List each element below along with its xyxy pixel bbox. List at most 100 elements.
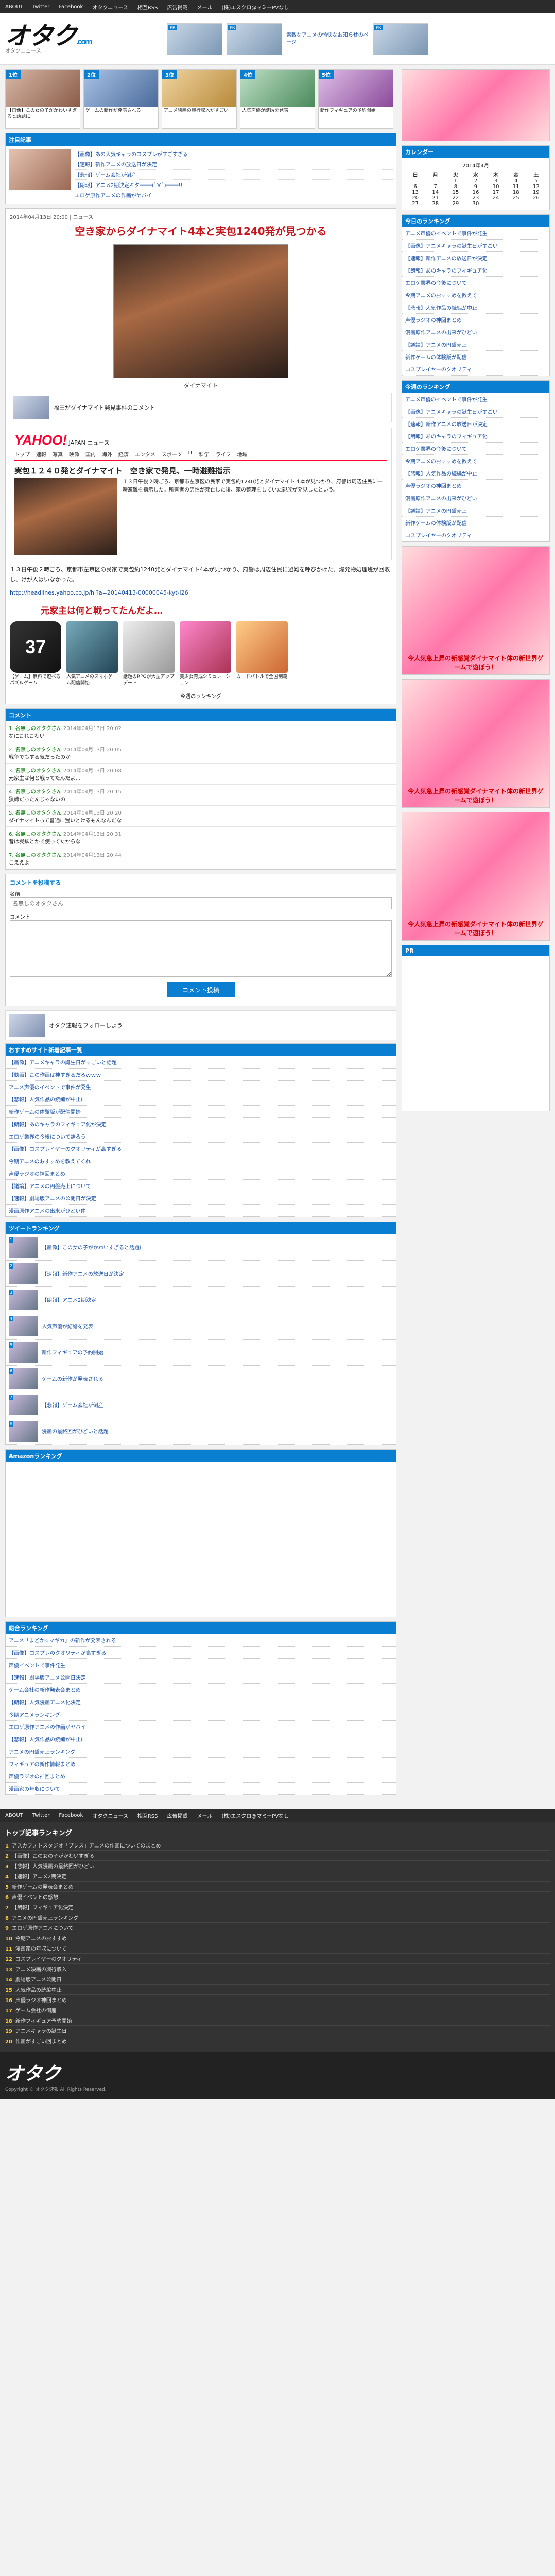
recommend-item[interactable]: 【画像】アニメキャラの誕生日がすごいと話題 [6, 1056, 396, 1069]
sidebar-ad-3[interactable]: 今人気急上昇の新感覚ダイナマイト体の新世界ゲームで遊ぼう！ [402, 812, 550, 941]
recommend-item[interactable]: エロゲ業界の今後について語ろう [6, 1130, 396, 1143]
calendar-day[interactable]: 15 [445, 190, 465, 195]
today-rank-item[interactable]: 【朗報】あのキャラのフィギュア化 [402, 264, 549, 277]
footer-rank-item[interactable]: 4 【速報】アニメ2期決定 [5, 1871, 550, 1882]
calendar-day[interactable]: 12 [526, 184, 546, 190]
overall-rank-item[interactable]: エロゲ原作アニメの作画がヤバイ [6, 1721, 396, 1733]
footer-rank-item[interactable]: 2 【画像】この女の子がかわいすぎる [5, 1851, 550, 1861]
header-ad-2[interactable]: PR [227, 23, 282, 55]
tweet-rank-item[interactable]: 2 【速報】新作アニメの放送日が決定 [6, 1261, 396, 1287]
today-rank-item[interactable]: アニメ声優のイベントで事件が発生 [402, 227, 549, 240]
app-item[interactable]: 話題のRPGが大型アップデート [123, 621, 175, 686]
calendar-day[interactable]: 26 [526, 195, 546, 201]
week-rank-item[interactable]: 声優ラジオの神回まとめ [402, 480, 549, 492]
calendar-day[interactable]: 9 [465, 184, 485, 190]
overall-rank-item[interactable]: 今期アニメランキング [6, 1708, 396, 1721]
app-item[interactable]: 37 【ゲーム】無料で遊べるパズルゲーム [10, 621, 61, 686]
recommend-item[interactable]: 声優ラジオの神回まとめ [6, 1167, 396, 1180]
calendar-day[interactable]: 24 [486, 195, 506, 201]
footer-rank-item[interactable]: 12 コスプレイヤーのクオリティ [5, 1954, 550, 1964]
amazon-widget[interactable] [6, 1462, 396, 1617]
rank-card[interactable]: 5位 新作フィギュアの予約開始 [318, 69, 393, 129]
week-rank-item[interactable]: 漫画原作アニメの出来がひどい [402, 492, 549, 504]
pickup-item[interactable]: エロゲ原作アニメの作画がヤバイ [75, 190, 393, 200]
week-rank-item[interactable]: 今期アニメのおすすめを教えて [402, 455, 549, 467]
tweet-rank-item[interactable]: 8 漫画の最終回がひどいと話題 [6, 1418, 396, 1445]
footer-link-4[interactable]: 相互RSS [137, 1811, 158, 1819]
rank-card[interactable]: 3位 アニメ映画の興行収入がすごい [162, 69, 237, 129]
overall-rank-item[interactable]: アニメ「まどか☆マギカ」の新作が発表される [6, 1634, 396, 1647]
topbar-link-0[interactable]: ABOUT [5, 4, 23, 10]
recommend-item[interactable]: 今期アニメのおすすめを教えてくれ [6, 1155, 396, 1167]
pickup-item[interactable]: 【画像】あの人気キャラのコスプレがすごすぎる [75, 149, 393, 159]
topbar-link-1[interactable]: Twitter [32, 4, 50, 10]
week-rank-item[interactable]: アニメ声優のイベントで事件が発生 [402, 393, 549, 405]
topbar-link-6[interactable]: メール [197, 3, 213, 11]
yahoo-nav-item[interactable]: ライフ [216, 450, 231, 458]
recommend-item[interactable]: アニメ声優のイベントで事件が発生 [6, 1081, 396, 1093]
calendar-day[interactable]: 14 [425, 190, 445, 195]
calendar-day[interactable]: 21 [425, 195, 445, 201]
recommend-item[interactable]: 漫画原作アニメの出来がひどい件 [6, 1205, 396, 1217]
header-ad-3[interactable]: PR [373, 23, 428, 55]
calendar-day[interactable]: 30 [465, 201, 485, 207]
week-rank-item[interactable]: 【画像】アニメキャラの誕生日がすごい [402, 405, 549, 418]
overall-rank-item[interactable]: 【速報】劇場版アニメ公開日決定 [6, 1671, 396, 1684]
yahoo-nav-item[interactable]: IT [188, 450, 193, 458]
topbar-link-2[interactable]: Facebook [59, 4, 83, 10]
calendar-day[interactable]: 11 [506, 184, 526, 190]
yahoo-nav-item[interactable]: スポーツ [162, 450, 182, 458]
overall-rank-item[interactable]: 【悲報】人気作品の続編が中止に [6, 1733, 396, 1745]
calendar-day[interactable]: 28 [425, 201, 445, 207]
footer-logo[interactable]: オタク Copyright © オタク速報 All Rights Reserve… [0, 2051, 555, 2099]
recommend-item[interactable]: 【画像】コスプレイヤーのクオリティが高すぎる [6, 1143, 396, 1155]
footer-link-5[interactable]: 広告掲載 [167, 1811, 188, 1819]
footer-rank-item[interactable]: 19 アニメキャラの誕生日 [5, 2026, 550, 2036]
calendar-day[interactable]: 6 [405, 184, 425, 190]
recommend-item[interactable]: 【議論】アニメの円盤売上について [6, 1180, 396, 1192]
recommend-item[interactable]: 【動画】この作画は神すぎるだろｗｗｗ [6, 1069, 396, 1081]
today-rank-item[interactable]: エロゲ業界の今後について [402, 277, 549, 289]
tweet-rank-item[interactable]: 4 人気声優が結婚を発表 [6, 1313, 396, 1340]
yahoo-nav-item[interactable]: 海外 [102, 450, 112, 458]
pickup-item[interactable]: 【朗報】アニメ2期決定キタ━━━━(ﾟ∀ﾟ)━━━━!! [75, 180, 393, 190]
footer-rank-item[interactable]: 14 劇場版アニメ公開日 [5, 1974, 550, 1985]
footer-rank-item[interactable]: 7 【朗報】フィギュア化決定 [5, 1902, 550, 1912]
topbar-link-5[interactable]: 広告掲載 [167, 3, 188, 11]
calendar-day[interactable]: 17 [486, 190, 506, 195]
sidebar-ad-1[interactable]: 今人気急上昇の新感覚ダイナマイト体の新世界ゲームで遊ぼう！ [402, 546, 550, 675]
recommend-item[interactable]: 【速報】劇場版アニメの公開日が決定 [6, 1192, 396, 1205]
calendar-day[interactable]: 29 [445, 201, 465, 207]
week-rank-item[interactable]: エロゲ業界の今後について [402, 443, 549, 455]
today-rank-item[interactable]: 漫画原作アニメの出来がひどい [402, 326, 549, 338]
calendar-day[interactable]: 23 [465, 195, 485, 201]
topbar-link-3[interactable]: オタクニュース [92, 3, 128, 11]
footer-rank-item[interactable]: 6 声優イベントの感想 [5, 1892, 550, 1902]
footer-rank-item[interactable]: 11 漫画家の年収について [5, 1943, 550, 1954]
article-category[interactable]: ニュース [73, 215, 94, 221]
calendar-day[interactable]: 22 [445, 195, 465, 201]
overall-rank-item[interactable]: 漫画家の年収について [6, 1783, 396, 1795]
topbar-link-4[interactable]: 相互RSS [137, 3, 158, 11]
topbar-link-7[interactable]: (株)エスクロ@マミーPVなし [222, 3, 289, 11]
overall-rank-item[interactable]: フィギュアの新作情報まとめ [6, 1758, 396, 1770]
calendar-day[interactable]: 13 [405, 190, 425, 195]
footer-rank-item[interactable]: 17 ゲーム会社の倒産 [5, 2005, 550, 2015]
calendar-day[interactable]: 4 [506, 178, 526, 184]
footer-link-3[interactable]: オタクニュース [92, 1811, 128, 1819]
calendar-day[interactable]: 2 [465, 178, 485, 184]
yahoo-nav-item[interactable]: 速報 [36, 450, 46, 458]
footer-rank-item[interactable]: 9 エロゲ原作アニメについて [5, 1923, 550, 1933]
week-rank-item[interactable]: 新作ゲームの体験版が配信 [402, 517, 549, 529]
footer-rank-item[interactable]: 3 【悲報】人気漫画の最終回がひどい [5, 1861, 550, 1871]
tweet-rank-item[interactable]: 3 【朗報】アニメ2期決定 [6, 1287, 396, 1313]
yahoo-nav-item[interactable]: エンタメ [135, 450, 155, 458]
tweet-rank-item[interactable]: 5 新作フィギュアの予約開始 [6, 1340, 396, 1366]
calendar-day[interactable]: 19 [526, 190, 546, 195]
rank-card[interactable]: 1位 【画像】この女の子がかわいすぎると話題に [5, 69, 80, 129]
week-rank-item[interactable]: 【悲報】人気作品の続編が中止 [402, 467, 549, 480]
rank-card[interactable]: 4位 人気声優が結婚を発表 [240, 69, 315, 129]
yahoo-nav-item[interactable]: トップ [14, 450, 30, 458]
week-rank-item[interactable]: コスプレイヤーのクオリティ [402, 529, 549, 541]
source-link[interactable]: http://headlines.yahoo.co.jp/hl?a=201404… [10, 589, 188, 596]
